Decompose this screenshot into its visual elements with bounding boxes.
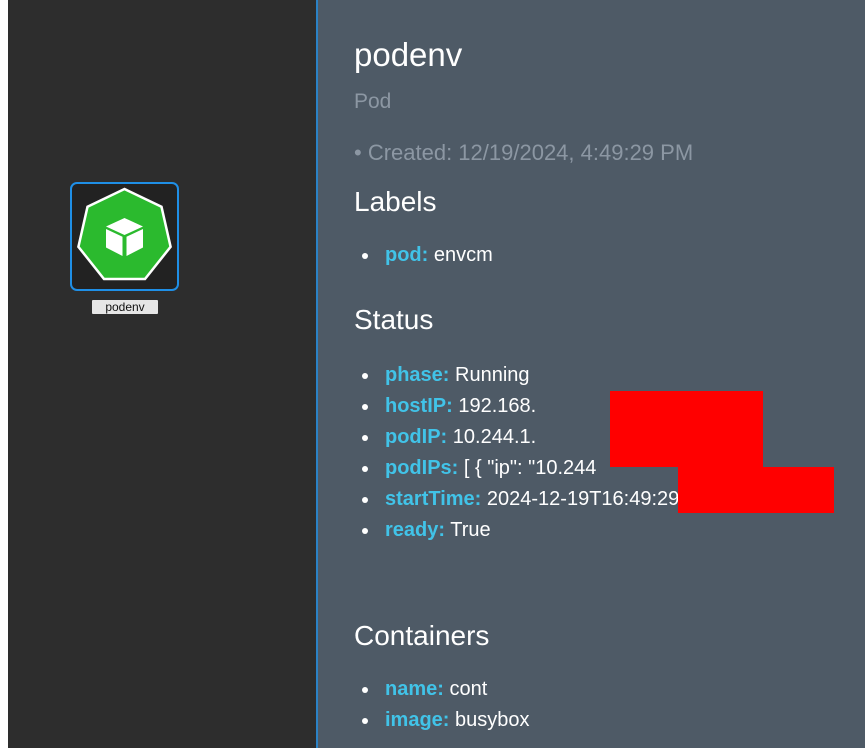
bullet-icon: [362, 718, 368, 724]
status-heading: Status: [354, 304, 434, 335]
graph-canvas[interactable]: podenv podenv Pod • Created: 12/19/2024,…: [8, 0, 865, 748]
details-panel: podenv Pod • Created: 12/19/2024, 4:49:2…: [316, 0, 865, 748]
labels-heading: Labels: [354, 186, 437, 217]
list-item: phase: Running: [318, 360, 691, 391]
item-value: [ { "ip": "10.244: [463, 457, 597, 479]
item-value: 2024-12-19T16:49:29Z: [486, 488, 692, 510]
node-selection-frame[interactable]: [70, 182, 179, 291]
item-value: cont: [449, 678, 488, 700]
list-item: startTime: 2024-12-19T16:49:29Z: [318, 484, 691, 515]
item-key: name:: [385, 678, 444, 700]
bullet-icon: [362, 497, 368, 503]
bullet-icon: [362, 528, 368, 534]
item-key: startTime:: [385, 488, 482, 510]
resource-kind: Pod: [354, 90, 392, 113]
created-timestamp: • Created: 12/19/2024, 4:49:29 PM: [354, 140, 694, 165]
kubernetes-pod-icon: [77, 187, 172, 281]
item-key: phase:: [385, 364, 450, 386]
item-value: envcm: [433, 244, 493, 266]
node-label: podenv: [92, 300, 158, 314]
item-value: busybox: [455, 709, 530, 731]
list-item: ready: True: [318, 515, 691, 546]
item-value: True: [450, 519, 491, 541]
bullet-icon: [362, 687, 368, 693]
resource-title: podenv: [354, 36, 463, 73]
item-key: ready:: [385, 519, 446, 541]
bullet-icon: [362, 435, 368, 441]
item-key: image:: [385, 709, 450, 731]
containers-list: name: cont image: busybox: [354, 674, 530, 736]
list-item: name: cont: [318, 674, 530, 705]
item-key: hostIP:: [385, 395, 453, 417]
list-item: pod: envcm: [318, 240, 493, 271]
redaction-block: [678, 467, 834, 513]
redaction-block: [610, 391, 763, 467]
item-key: podIPs:: [385, 457, 459, 479]
bullet-icon: [362, 373, 368, 379]
item-value: 10.244.1.: [452, 426, 537, 448]
item-value: Running: [455, 364, 530, 386]
item-key: pod:: [385, 244, 429, 266]
list-item: image: busybox: [318, 705, 530, 736]
bullet-icon: [362, 466, 368, 472]
item-value: 192.168.: [458, 395, 537, 417]
bullet-icon: [362, 404, 368, 410]
containers-heading: Containers: [354, 620, 490, 651]
bullet-icon: [362, 253, 368, 259]
labels-list: pod: envcm: [354, 240, 493, 271]
item-key: podIP:: [385, 426, 448, 448]
